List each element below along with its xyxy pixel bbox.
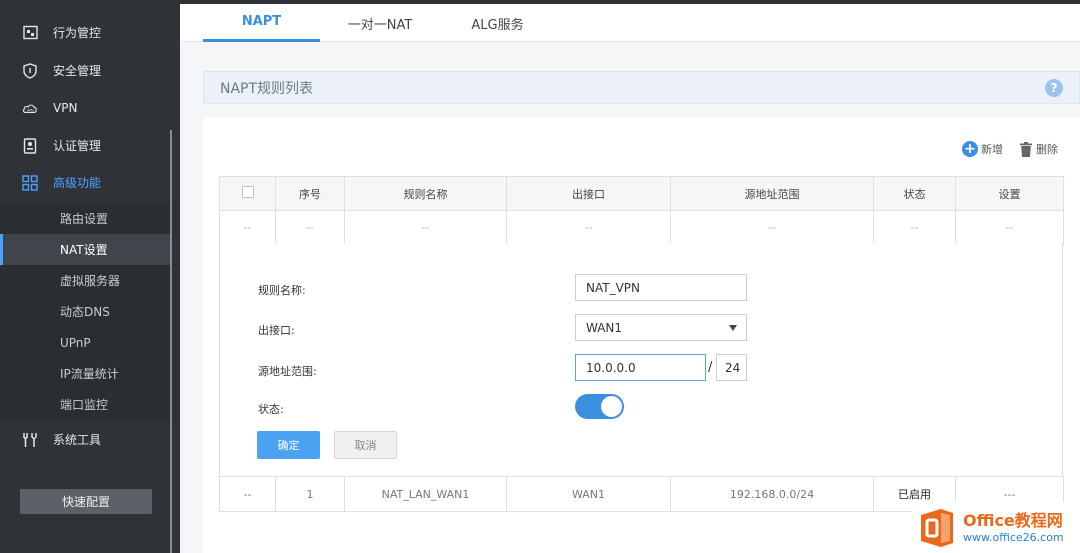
watermark-line2: www.office26.com [963,530,1064,544]
column-header: 出接口 [506,176,671,211]
sidebar-item-behavior[interactable]: 行为管控 [0,14,170,51]
sidebar-item-label: 安全管理 [53,64,102,78]
help-icon[interactable]: ? [1045,79,1063,97]
sidebar-item-label: 认证管理 [53,139,102,153]
table-cell: -- [219,210,276,245]
main-content: NAPT 一对一NAT ALG服务 NAPT规则列表 ? + 新增 删除 序号 … [180,0,1080,553]
sidebar-item-label: 高级功能 [53,176,102,190]
source-mask-input[interactable]: 24 [716,354,747,381]
tab-napt[interactable]: NAPT [203,4,320,42]
sidebar: 行为管控 安全管理 VPN VPN 认证管理 高级功能 路由设置 NAT设置 虚… [0,0,172,553]
sidebar-item-security[interactable]: 安全管理 [0,52,170,89]
watermark: Office教程网 www.office26.com [913,502,1080,553]
sidebar-sub-ddns[interactable]: 动态DNS [0,296,170,327]
column-header: 设置 [955,176,1064,211]
add-button[interactable]: + 新增 [962,141,1003,157]
office-logo-icon [917,507,957,549]
select-all-checkbox[interactable] [241,186,254,198]
toggle-knob [601,396,622,417]
rule-name-input[interactable]: NAT_VPN [575,274,747,301]
table-cell: -- [955,210,1064,245]
chevron-down-icon [729,325,737,331]
sidebar-sub-virtual-server[interactable]: 虚拟服务器 [0,265,170,296]
shield-icon [22,62,38,79]
auth-icon [22,137,38,154]
tools-icon [22,432,38,448]
sidebar-sub-port-monitor[interactable]: 端口监控 [0,389,170,420]
table-cell: -- [670,210,874,245]
sidebar-sub-upnp[interactable]: UPnP [0,327,170,358]
column-header: 状态 [873,176,956,211]
table-cell: -- [344,210,507,245]
add-label: 新增 [981,143,1003,156]
rule-edit-form: 规则名称: NAT_VPN 出接口: WAN1 源地址范围: 10.0.0.0 … [219,243,1063,476]
confirm-button[interactable]: 确定 [257,431,320,459]
watermark-line1: Office教程网 [963,510,1063,530]
trash-icon [1020,141,1032,157]
source-ip-input[interactable]: 10.0.0.0 [575,354,706,381]
interface-label: 出接口: [258,324,295,337]
column-header: 规则名称 [344,176,507,211]
column-header: 序号 [275,176,345,211]
sidebar-item-label: VPN [53,100,78,115]
select-all-cell[interactable] [219,176,276,211]
grid-icon [22,174,38,191]
table-cell: -- [219,476,276,512]
sidebar-sub-ip-stats[interactable]: IP流量统计 [0,358,170,389]
sidebar-sub-nat[interactable]: NAT设置 [0,234,170,265]
sidebar-item-system-tools[interactable]: 系统工具 [0,421,170,458]
source-range-label: 源地址范围: [258,365,317,378]
table-cell: -- [873,210,956,245]
rules-table: 序号 规则名称 出接口 源地址范围 状态 设置 -- -- -- -- -- -… [219,176,1064,245]
status-toggle[interactable] [575,394,624,419]
plus-icon: + [962,141,978,157]
sidebar-item-vpn[interactable]: VPN VPN [0,89,170,126]
table-row: -- -- -- -- -- -- -- [219,210,1064,245]
interface-value: WAN1 [586,320,623,335]
table-cell: 1 [275,476,345,512]
sidebar-gutter [172,0,180,553]
interface-select[interactable]: WAN1 [575,314,747,341]
sidebar-item-label: 系统工具 [53,433,102,447]
sidebar-item-advanced[interactable]: 高级功能 [0,164,170,201]
table-header-row: 序号 规则名称 出接口 源地址范围 状态 设置 [219,176,1064,211]
rule-name-label: 规则名称: [258,284,306,297]
sidebar-item-label: 行为管控 [53,26,102,40]
column-header: 源地址范围 [670,176,874,211]
delete-button[interactable]: 删除 [1020,141,1058,157]
tab-bar: NAPT 一对一NAT ALG服务 [180,4,1080,42]
table-cell: WAN1 [506,476,671,512]
table-cell: NAT_LAN_WAN1 [344,476,507,512]
section-title: NAPT规则列表 [203,71,1080,104]
status-label: 状态: [258,403,284,416]
table-cell: -- [506,210,671,245]
quick-config-button[interactable]: 快速配置 [20,489,152,514]
vpn-cloud-icon: VPN [22,100,38,116]
cancel-button[interactable]: 取消 [334,431,397,459]
watermark-text: Office教程网 www.office26.com [963,511,1064,545]
table-cell: 192.168.0.0/24 [670,476,874,512]
tab-alg[interactable]: ALG服务 [450,4,545,42]
tab-one-to-one-nat[interactable]: 一对一NAT [330,4,430,42]
delete-label: 删除 [1036,143,1058,156]
table-cell: -- [275,210,345,245]
slash-separator: / [708,360,713,375]
sidebar-item-auth[interactable]: 认证管理 [0,127,170,164]
behavior-icon [22,25,38,41]
svg-text:VPN: VPN [26,108,34,112]
sidebar-sub-route[interactable]: 路由设置 [0,203,170,234]
